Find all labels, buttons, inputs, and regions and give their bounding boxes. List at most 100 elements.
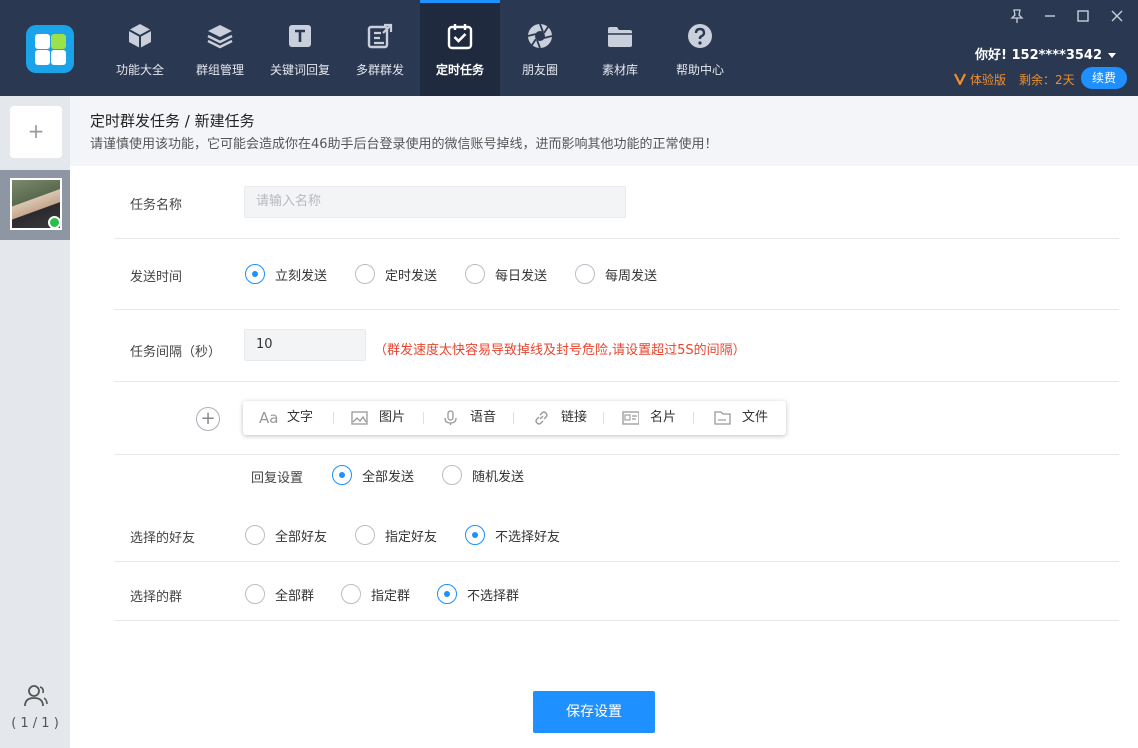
pin-icon[interactable]: [1007, 6, 1027, 26]
file-icon: [714, 411, 731, 425]
text-t-icon: [289, 25, 311, 47]
account-item[interactable]: [0, 170, 70, 240]
folder-icon: [608, 27, 632, 47]
divider: [333, 412, 334, 424]
interval-input[interactable]: 10: [244, 329, 366, 361]
divider: [114, 238, 1119, 239]
radio-label: 不选择群: [467, 589, 520, 604]
help-circle-icon: [688, 24, 712, 48]
tool-label: 链接: [561, 410, 588, 425]
nav-label: 群组管理: [195, 63, 244, 77]
page-header: 定时群发任务 / 新建任务 请谨慎使用该功能，它可能会造成你在46助手后台登录使…: [70, 96, 1138, 166]
radio-dot: [355, 264, 375, 284]
nav-label: 定时任务: [435, 63, 484, 77]
tool-label: 文件: [742, 410, 769, 425]
radio-label: 不选择好友: [495, 530, 561, 545]
divider: [693, 412, 694, 424]
divider: [513, 412, 514, 424]
cube-icon: [128, 24, 152, 48]
nav-item-materials[interactable]: 素材库: [580, 0, 660, 96]
divider: [114, 620, 1119, 621]
radio-dot: [575, 264, 595, 284]
account-sidebar: + ( 1 / 1 ): [0, 96, 70, 748]
reply-setting-label: 回复设置: [251, 471, 304, 486]
tool-label: 文字: [287, 410, 314, 425]
image-icon: [351, 411, 368, 425]
layers-icon: [207, 25, 233, 49]
close-icon[interactable]: [1107, 6, 1127, 26]
interval-hint: （群发速度太快容易导致掉线及封号危险,请设置超过5S的间隔）: [374, 343, 746, 358]
send-time-label: 发送时间: [130, 270, 183, 285]
tool-label: 语音: [470, 410, 497, 425]
radio-label: 随机发送: [472, 470, 525, 485]
divider: [114, 381, 1119, 382]
vip-v-icon: [954, 73, 966, 85]
radio-dot: [245, 525, 265, 545]
add-account-button[interactable]: +: [10, 106, 62, 158]
radio-dot: [245, 584, 265, 604]
account-count: ( 1 / 1 ): [11, 716, 59, 731]
nav-item-features[interactable]: 功能大全: [100, 0, 180, 96]
nav-label: 功能大全: [115, 63, 164, 77]
link-icon: [535, 411, 548, 425]
app-logo: [26, 25, 74, 73]
trial-badge: 体验版: [970, 73, 1007, 87]
radio-label: 定时发送: [385, 269, 438, 284]
aperture-icon: [527, 23, 553, 49]
radio-label: 立刻发送: [275, 269, 328, 284]
nav-label: 朋友圈: [521, 63, 558, 77]
radio-dot: [341, 584, 361, 604]
interval-label: 任务间隔（秒）: [130, 345, 222, 360]
maximize-icon[interactable]: [1073, 6, 1093, 26]
nav-label: 素材库: [601, 63, 638, 77]
calendar-check-icon: [447, 24, 473, 50]
radio-label: 指定好友: [385, 530, 438, 545]
radio-label: 每日发送: [495, 269, 548, 284]
divider: [423, 412, 424, 424]
radio-dot: [442, 465, 462, 485]
divider: [114, 561, 1119, 562]
friends-label: 选择的好友: [130, 531, 196, 546]
radio-label: 全部发送: [362, 470, 415, 485]
warning-text: 请谨慎使用该功能，它可能会造成你在46助手后台登录使用的微信账号掉线，进而影响其…: [90, 137, 718, 152]
account-menu[interactable]: 你好! 152****3542: [975, 44, 1116, 63]
nav-item-multi-group-send[interactable]: 多群群发: [340, 0, 420, 96]
content-toolbar: Aa 文字 图片 语音 链接 名片 文件: [243, 401, 786, 435]
tool-label: 名片: [650, 410, 677, 425]
microphone-icon: [444, 410, 457, 425]
nav-item-moments[interactable]: 朋友圈: [500, 0, 580, 96]
greeting-text: 你好! 152****3542: [975, 48, 1102, 63]
tool-label: 图片: [379, 410, 406, 425]
radio-label: 指定群: [371, 589, 411, 604]
users-icon[interactable]: [22, 682, 48, 708]
edit-share-icon: [367, 23, 393, 49]
radio-dot: [465, 264, 485, 284]
save-settings-button[interactable]: 保存设置: [533, 691, 655, 733]
font-aa-icon: Aa: [259, 409, 279, 427]
radio-dot: [355, 525, 375, 545]
groups-label: 选择的群: [130, 590, 183, 605]
nav-label: 多群群发: [355, 63, 404, 77]
breadcrumb: 定时群发任务 / 新建任务: [90, 112, 255, 130]
nav-item-scheduled-tasks[interactable]: 定时任务: [420, 0, 500, 96]
minimize-icon[interactable]: [1040, 6, 1060, 26]
nav-item-groups[interactable]: 群组管理: [180, 0, 260, 96]
radio-dot: [245, 264, 265, 284]
chevron-down-icon: [1108, 53, 1116, 58]
radio-dot: [465, 525, 485, 545]
radio-label: 全部好友: [275, 530, 328, 545]
nav-label: 帮助中心: [675, 63, 724, 77]
task-name-label: 任务名称: [130, 198, 183, 213]
nav-item-keyword-reply[interactable]: 关键词回复: [260, 0, 340, 96]
nav-item-help[interactable]: 帮助中心: [660, 0, 740, 96]
radio-dot: [437, 584, 457, 604]
task-name-input[interactable]: 请输入名称: [244, 186, 626, 218]
radio-label: 全部群: [275, 589, 315, 604]
divider: [603, 412, 604, 424]
divider: [114, 309, 1119, 310]
divider: [114, 454, 1119, 455]
renew-button[interactable]: 续费: [1081, 67, 1127, 89]
add-content-button[interactable]: +: [196, 407, 220, 431]
top-bar: 功能大全 群组管理 关键词回复 多群群发 定时任务 朋友圈 素材库 帮助中心 你…: [0, 0, 1138, 96]
radio-label: 每周发送: [605, 269, 658, 284]
